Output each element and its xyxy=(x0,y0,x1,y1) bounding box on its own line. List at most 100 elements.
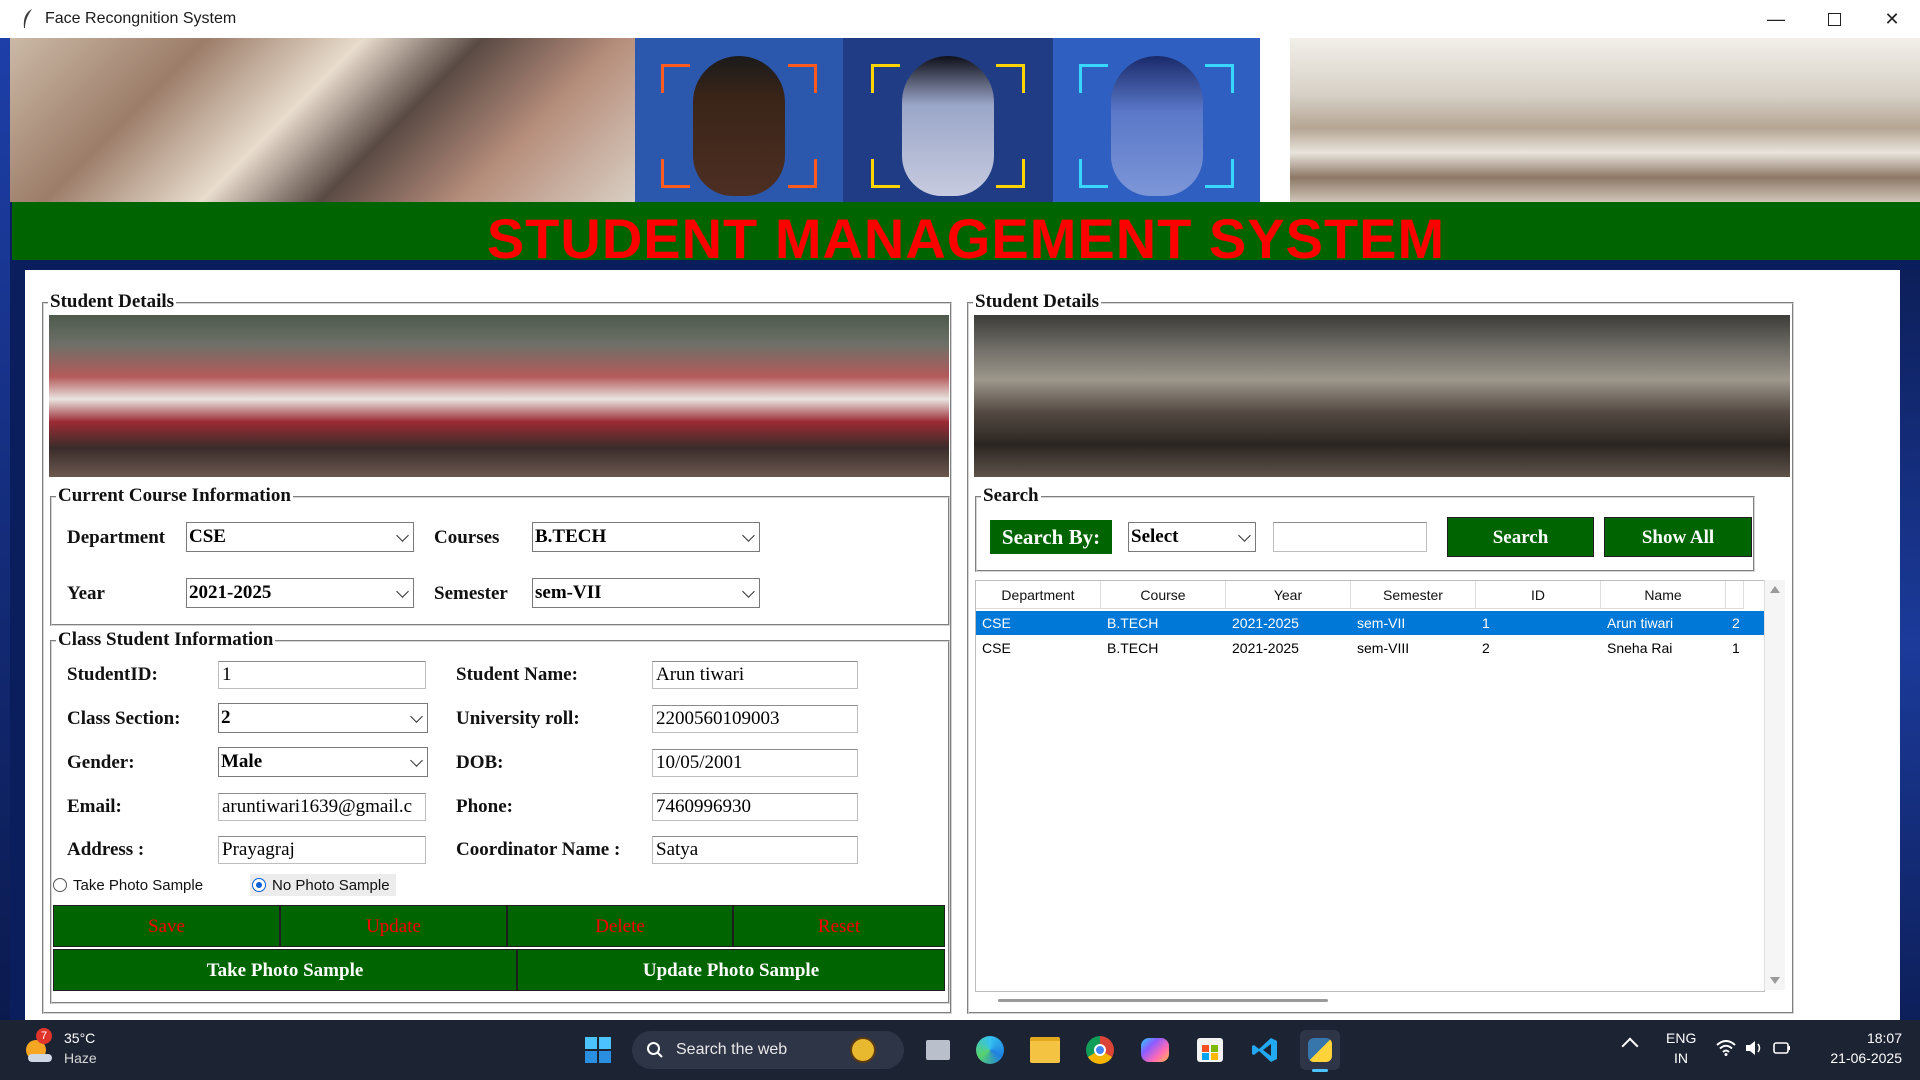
phone-label: Phone: xyxy=(456,796,513,817)
delete-button[interactable]: Delete xyxy=(507,905,733,947)
copilot-button[interactable] xyxy=(1135,1030,1175,1070)
minimize-button[interactable]: — xyxy=(1747,0,1805,38)
language-eng[interactable]: ENG xyxy=(1666,1030,1696,1046)
vscode-button[interactable] xyxy=(1245,1030,1285,1070)
save-button[interactable]: Save xyxy=(53,905,280,947)
student-id-label: StudentID: xyxy=(67,664,158,685)
active-app-indicator xyxy=(1312,1069,1328,1072)
weather-widget[interactable]: 7 xyxy=(22,1028,56,1064)
coordinator-input[interactable]: Satya xyxy=(652,836,858,864)
department-select[interactable]: CSE xyxy=(186,522,414,552)
table-vertical-scrollbar[interactable] xyxy=(1764,580,1785,990)
semester-value: sem-VII xyxy=(535,582,602,603)
year-select[interactable]: 2021-2025 xyxy=(186,578,414,608)
start-button[interactable] xyxy=(578,1030,618,1070)
table-cell: CSE xyxy=(982,640,1011,656)
header-exam-hall-photo xyxy=(1290,38,1920,202)
desktop-edge-right xyxy=(1900,270,1920,1020)
battery-icon[interactable] xyxy=(1772,1039,1792,1057)
student-table[interactable]: Department Course Year Semester ID Name … xyxy=(975,580,1765,992)
email-label: Email: xyxy=(67,796,122,817)
chevron-down-icon xyxy=(396,529,409,542)
store-button[interactable] xyxy=(1190,1030,1230,1070)
semester-select[interactable]: sem-VII xyxy=(532,578,760,608)
table-cell: B.TECH xyxy=(1107,640,1159,656)
no-photo-radio[interactable]: No Photo Sample xyxy=(250,874,396,896)
search-input[interactable] xyxy=(1273,522,1427,552)
column-header-extra[interactable] xyxy=(1726,581,1744,609)
header-gap xyxy=(1260,38,1290,202)
gender-select[interactable]: Male xyxy=(218,747,428,777)
maximize-button[interactable] xyxy=(1805,0,1863,38)
wifi-icon[interactable] xyxy=(1716,1040,1736,1056)
reset-button[interactable]: Reset xyxy=(733,905,945,947)
column-header-department[interactable]: Department xyxy=(976,581,1101,609)
table-header: Department Course Year Semester ID Name xyxy=(976,581,1744,609)
clock-time[interactable]: 18:07 xyxy=(1818,1030,1902,1046)
chevron-down-icon xyxy=(410,710,423,723)
email-input[interactable]: aruntiwari1639@gmail.c xyxy=(218,793,426,821)
year-label: Year xyxy=(67,583,105,604)
title-bar: Face Recongnition System — ✕ xyxy=(0,0,1920,39)
address-input[interactable]: Prayagraj xyxy=(218,836,426,864)
show-all-button[interactable]: Show All xyxy=(1604,517,1752,557)
take-photo-radio-label: Take Photo Sample xyxy=(73,876,204,894)
student-id-input[interactable]: 1 xyxy=(218,661,426,689)
courses-select[interactable]: B.TECH xyxy=(532,522,760,552)
chevron-down-icon xyxy=(742,585,755,598)
language-in[interactable]: IN xyxy=(1666,1050,1696,1066)
courses-value: B.TECH xyxy=(535,526,607,547)
scroll-up-icon[interactable] xyxy=(1770,586,1780,593)
chevron-down-icon xyxy=(396,585,409,598)
maximize-icon xyxy=(1827,12,1841,26)
semester-label: Semester xyxy=(434,583,508,604)
table-cell: Sneha Rai xyxy=(1607,640,1673,656)
phone-input[interactable]: 7460996930 xyxy=(652,793,858,821)
column-header-semester[interactable]: Semester xyxy=(1351,581,1476,609)
desktop-edge xyxy=(0,38,10,1020)
table-row[interactable]: CSE B.TECH 2021-2025 sem-VIII 2 Sneha Ra… xyxy=(976,636,1764,660)
update-button[interactable]: Update xyxy=(280,905,507,947)
table-horizontal-scrollbar[interactable] xyxy=(998,999,1328,1002)
weather-desc: Haze xyxy=(64,1050,97,1066)
gender-label: Gender: xyxy=(67,752,135,773)
bing-highlight-icon xyxy=(850,1037,876,1063)
search-button[interactable]: Search xyxy=(1447,517,1594,557)
close-button[interactable]: ✕ xyxy=(1863,0,1920,38)
edge-button[interactable] xyxy=(970,1030,1010,1070)
search-icon xyxy=(647,1042,663,1058)
chrome-button[interactable] xyxy=(1080,1030,1120,1070)
take-photo-sample-button[interactable]: Take Photo Sample xyxy=(53,949,517,991)
column-header-year[interactable]: Year xyxy=(1226,581,1351,609)
chevron-down-icon xyxy=(1238,529,1251,542)
dob-input[interactable]: 10/05/2001 xyxy=(652,749,858,777)
search-by-select[interactable]: Select xyxy=(1128,522,1256,552)
column-header-id[interactable]: ID xyxy=(1476,581,1601,609)
table-cell: 1 xyxy=(1482,615,1490,631)
class-info-title: Class Student Information xyxy=(56,629,276,651)
clock-date[interactable]: 21-06-2025 xyxy=(1818,1050,1902,1066)
taskbar-search[interactable]: Search the web xyxy=(632,1031,904,1069)
student-name-input[interactable]: Arun tiwari xyxy=(652,661,858,689)
python-icon xyxy=(1308,1038,1332,1062)
tray-overflow-chevron-icon[interactable] xyxy=(1621,1037,1639,1055)
address-label: Address : xyxy=(67,839,145,860)
university-roll-label: University roll: xyxy=(456,708,580,729)
class-section-select[interactable]: 2 xyxy=(218,703,428,733)
volume-icon[interactable] xyxy=(1744,1039,1764,1057)
weather-badge: 7 xyxy=(36,1028,52,1044)
courses-label: Courses xyxy=(434,527,500,548)
file-explorer-button[interactable] xyxy=(1025,1030,1065,1070)
column-header-name[interactable]: Name xyxy=(1601,581,1726,609)
university-roll-input[interactable]: 2200560109003 xyxy=(652,705,858,733)
scroll-down-icon[interactable] xyxy=(1770,977,1780,984)
python-app-button[interactable] xyxy=(1300,1030,1340,1072)
header-students-photo xyxy=(10,38,635,202)
column-header-course[interactable]: Course xyxy=(1101,581,1226,609)
update-photo-sample-button[interactable]: Update Photo Sample xyxy=(517,949,945,991)
table-row[interactable]: CSE B.TECH 2021-2025 sem-VII 1 Arun tiwa… xyxy=(976,611,1764,635)
take-photo-radio[interactable]: Take Photo Sample xyxy=(53,874,203,896)
course-info-title: Current Course Information xyxy=(56,485,293,507)
edge-icon xyxy=(976,1036,1004,1064)
taskview-button[interactable] xyxy=(918,1030,958,1070)
